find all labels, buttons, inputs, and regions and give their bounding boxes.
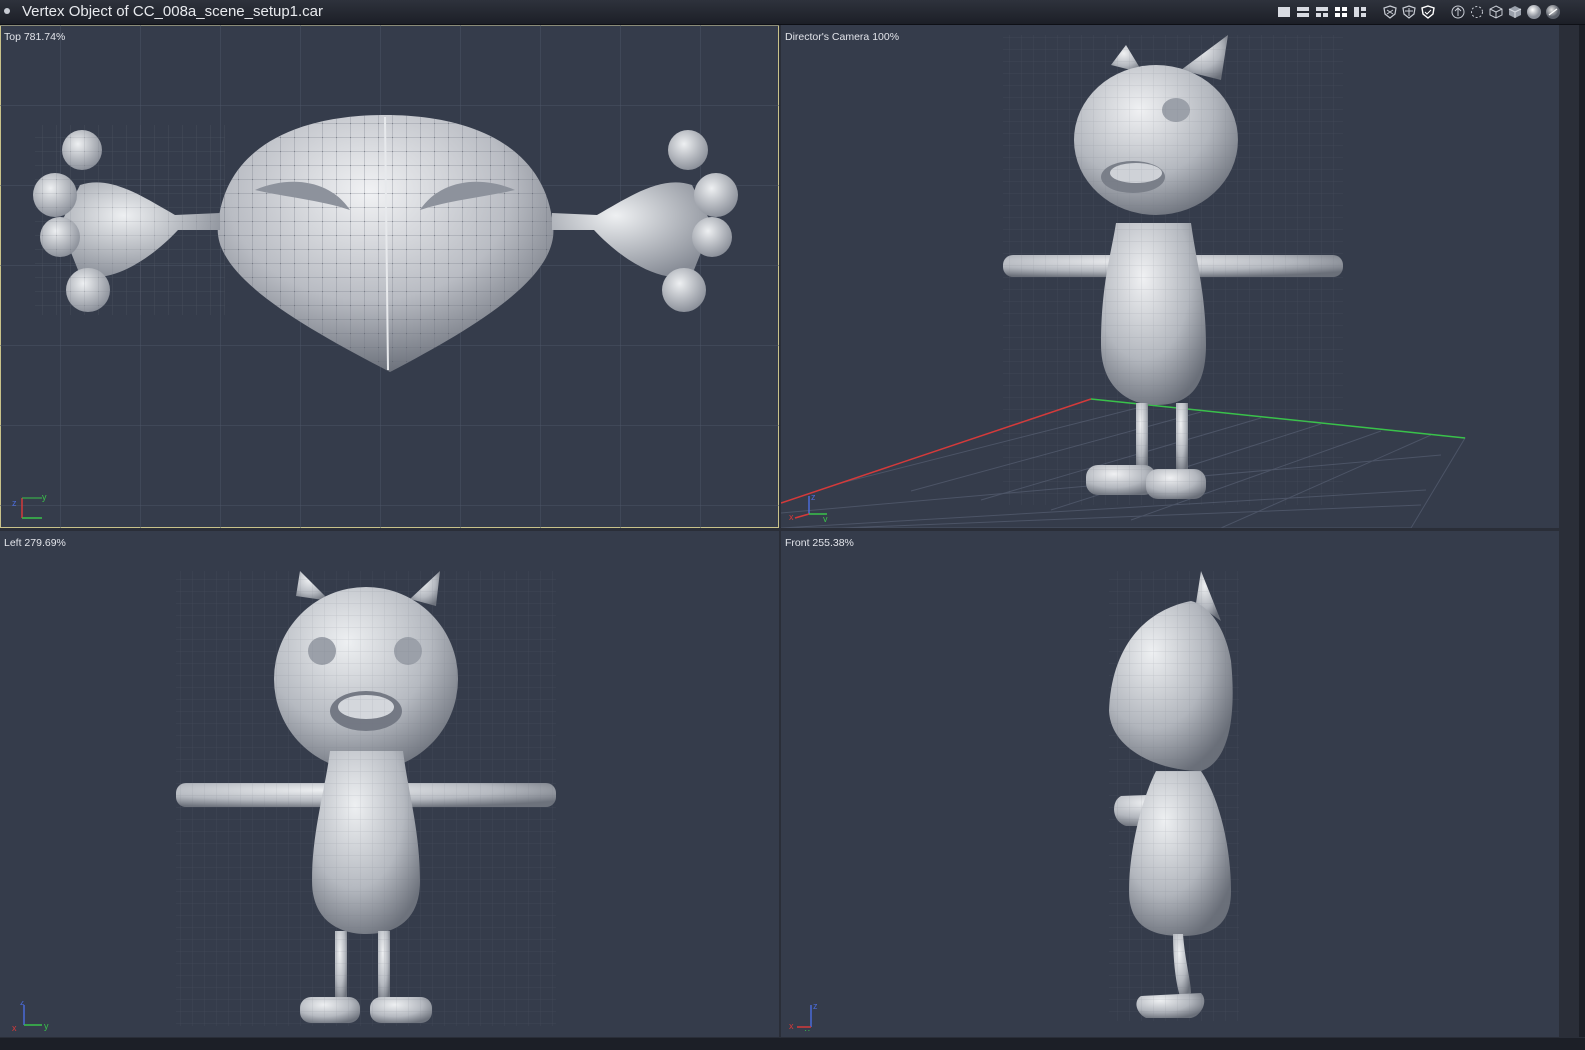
shading-smooth-icon[interactable] xyxy=(1526,4,1542,20)
viewport-front-label: Front 255.38% xyxy=(785,537,854,549)
right-edge-scroll[interactable] xyxy=(1579,25,1585,1037)
svg-text:z: z xyxy=(813,1001,818,1011)
svg-text:z: z xyxy=(811,492,816,502)
camera-view-scene xyxy=(781,35,1466,528)
svg-text:x: x xyxy=(12,1023,17,1031)
app-window: Vertex Object of CC_008a_scene_setup1.ca… xyxy=(0,0,1585,1050)
top-left-hand xyxy=(33,125,225,315)
layout-custom-icon[interactable] xyxy=(1352,4,1368,20)
camera-character xyxy=(1003,35,1343,505)
front-view-scene xyxy=(1109,571,1239,1021)
svg-text:x: x xyxy=(789,512,794,522)
left-view-scene xyxy=(176,571,556,1026)
axis-gizmo-front: z x y xyxy=(789,1001,818,1031)
viewport-camera-label: Director's Camera 100% xyxy=(785,31,900,43)
axis-gizmo-top: z y xyxy=(12,492,47,519)
viewport-left[interactable]: Left 279.69% z x y xyxy=(0,531,779,1037)
viewport-front[interactable]: Front 255.38% z x y xyxy=(781,531,1559,1037)
window-close-dot[interactable] xyxy=(4,8,10,14)
view-toolbar xyxy=(1276,3,1561,21)
title-bar[interactable]: Vertex Object of CC_008a_scene_setup1.ca… xyxy=(0,0,1585,25)
shading-point-icon[interactable] xyxy=(1450,4,1466,20)
svg-text:y: y xyxy=(805,1027,810,1031)
bottom-status-strip xyxy=(0,1038,1585,1050)
layout-single-icon[interactable] xyxy=(1276,4,1292,20)
svg-text:z: z xyxy=(20,1001,25,1007)
shading-solid-icon[interactable] xyxy=(1507,4,1523,20)
shield-wire-icon[interactable] xyxy=(1382,4,1398,20)
shading-render-icon[interactable] xyxy=(1545,4,1561,20)
svg-text:x: x xyxy=(789,1021,794,1031)
axis-gizmo-camera: z x y xyxy=(789,492,828,522)
layout-four-icon[interactable] xyxy=(1333,4,1349,20)
shading-wire-icon[interactable] xyxy=(1488,4,1504,20)
left-character xyxy=(176,571,556,1026)
top-view-scene xyxy=(0,25,779,528)
viewport-directors-camera[interactable]: Director's Camera 100% z x y xyxy=(781,25,1559,528)
svg-text:y: y xyxy=(823,514,828,522)
shading-vertex-icon[interactable] xyxy=(1469,4,1485,20)
svg-text:y: y xyxy=(44,1021,49,1031)
svg-text:y: y xyxy=(42,492,47,502)
layout-three-icon[interactable] xyxy=(1314,4,1330,20)
shield-check-icon[interactable] xyxy=(1420,4,1436,20)
viewport-left-label: Left 279.69% xyxy=(4,537,66,549)
shield-solid-icon[interactable] xyxy=(1401,4,1417,20)
front-character xyxy=(1109,571,1239,1021)
window-title: Vertex Object of CC_008a_scene_setup1.ca… xyxy=(22,3,324,20)
svg-text:z: z xyxy=(12,498,17,508)
axis-gizmo-left: z x y xyxy=(12,1001,49,1031)
layout-two-horizontal-icon[interactable] xyxy=(1295,4,1311,20)
viewport-top[interactable]: Top 781.74% z y xyxy=(0,25,779,528)
viewport-top-label: Top 781.74% xyxy=(4,31,66,43)
